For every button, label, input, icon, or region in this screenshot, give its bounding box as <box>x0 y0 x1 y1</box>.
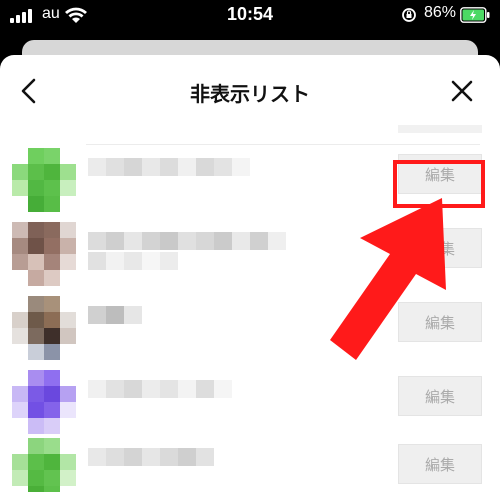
avatar <box>12 296 76 360</box>
status-bar: au 10:54 86% <box>0 0 500 34</box>
list-item: 編集 <box>0 438 500 492</box>
blurred-name <box>88 448 288 488</box>
rotation-lock-icon <box>402 8 416 22</box>
avatar <box>12 438 76 492</box>
divider <box>398 125 482 133</box>
blurred-name <box>88 380 288 420</box>
close-icon[interactable] <box>446 75 478 107</box>
page-title: 非表示リスト <box>190 82 310 106</box>
avatar <box>12 370 76 434</box>
avatar <box>12 222 76 286</box>
pointer-arrow-icon <box>330 198 446 360</box>
edit-button[interactable]: 編集 <box>398 376 482 416</box>
blurred-name <box>88 306 148 346</box>
battery-charging-icon <box>460 7 490 23</box>
edit-button[interactable]: 編集 <box>398 444 482 484</box>
list-item: 編集 <box>0 370 500 440</box>
avatar <box>12 148 76 212</box>
divider <box>86 144 480 145</box>
blurred-name <box>88 158 288 198</box>
battery-percent: 86% <box>424 4 457 21</box>
blurred-name <box>88 232 288 272</box>
